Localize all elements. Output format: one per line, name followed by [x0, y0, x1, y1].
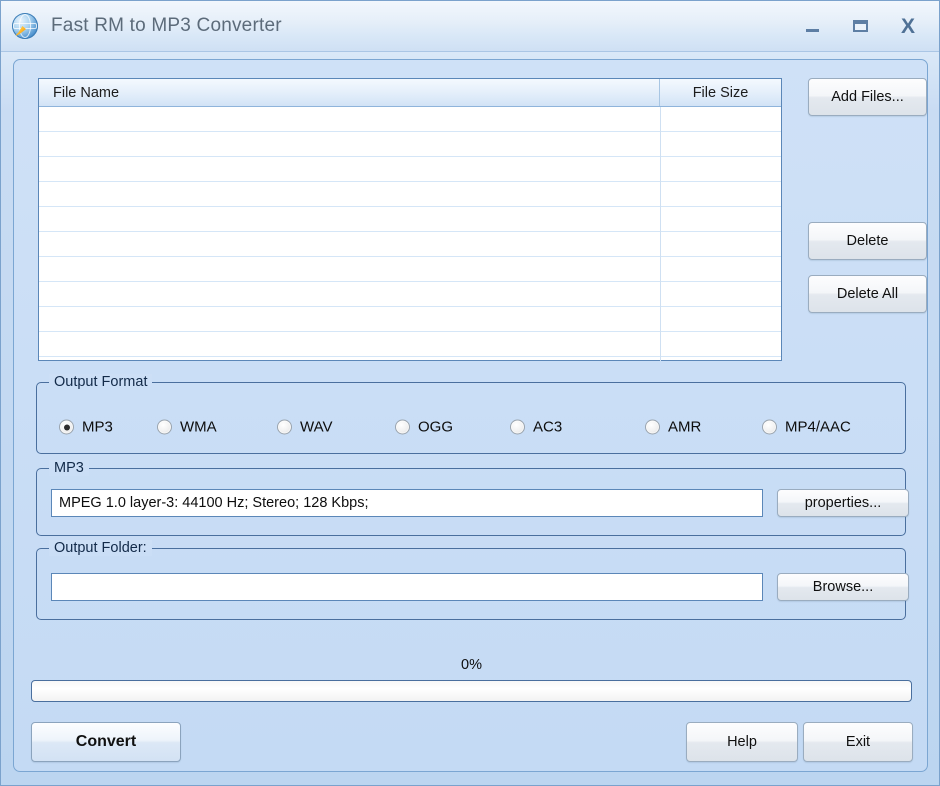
- radio-mark-icon: [395, 420, 410, 435]
- table-row[interactable]: [39, 132, 781, 157]
- radio-mark-icon: [645, 420, 660, 435]
- table-row[interactable]: [39, 207, 781, 232]
- browse-button[interactable]: Browse...: [777, 573, 909, 601]
- column-divider: [660, 107, 661, 361]
- radio-label: AMR: [668, 419, 701, 436]
- radio-mark-icon: [762, 420, 777, 435]
- codec-settings-group: MP3 MPEG 1.0 layer-3: 44100 Hz; Stereo; …: [36, 468, 906, 536]
- codec-settings-field[interactable]: MPEG 1.0 layer-3: 44100 Hz; Stereo; 128 …: [51, 489, 763, 517]
- app-globe-icon: [12, 13, 38, 39]
- codec-settings-group-title: MP3: [49, 460, 89, 476]
- radio-mark-icon: [277, 420, 292, 435]
- title-bar: Fast RM to MP3 Converter X: [1, 1, 940, 52]
- file-list-rows: [39, 107, 781, 357]
- radio-mark-icon: [510, 420, 525, 435]
- table-row[interactable]: [39, 232, 781, 257]
- radio-mp4-aac[interactable]: MP4/AAC: [762, 419, 851, 436]
- table-row[interactable]: [39, 332, 781, 357]
- exit-button[interactable]: Exit: [803, 722, 913, 762]
- radio-mp3[interactable]: MP3: [59, 419, 113, 436]
- convert-button[interactable]: Convert: [31, 722, 181, 762]
- file-list-body[interactable]: [39, 107, 781, 361]
- radio-mark-icon: [157, 420, 172, 435]
- radio-ogg[interactable]: OGG: [395, 419, 453, 436]
- window-title: Fast RM to MP3 Converter: [51, 15, 282, 37]
- radio-ac3[interactable]: AC3: [510, 419, 562, 436]
- help-button[interactable]: Help: [686, 722, 798, 762]
- minimize-button[interactable]: [801, 15, 823, 37]
- window-controls: X: [801, 15, 919, 37]
- close-icon[interactable]: X: [897, 15, 919, 37]
- radio-mark-icon: [59, 420, 74, 435]
- delete-all-button[interactable]: Delete All: [808, 275, 927, 313]
- delete-button[interactable]: Delete: [808, 222, 927, 260]
- table-row[interactable]: [39, 182, 781, 207]
- table-row[interactable]: [39, 307, 781, 332]
- progress-label: 0%: [14, 657, 929, 673]
- output-format-group: Output Format MP3WMAWAVOGGAC3AMRMP4/AAC: [36, 382, 906, 454]
- radio-wma[interactable]: WMA: [157, 419, 217, 436]
- output-folder-group: Output Folder: Browse...: [36, 548, 906, 620]
- table-row[interactable]: [39, 107, 781, 132]
- table-row[interactable]: [39, 257, 781, 282]
- maximize-button[interactable]: [849, 15, 871, 37]
- application-window: Fast RM to MP3 Converter X File Name Fil…: [0, 0, 940, 786]
- output-folder-input[interactable]: [51, 573, 763, 601]
- radio-label: WMA: [180, 419, 217, 436]
- column-header-file-size[interactable]: File Size: [660, 79, 781, 106]
- radio-label: OGG: [418, 419, 453, 436]
- radio-label: WAV: [300, 419, 333, 436]
- main-panel: File Name File Size Add Files... Delete …: [13, 59, 928, 772]
- table-row[interactable]: [39, 157, 781, 182]
- column-header-file-name[interactable]: File Name: [39, 79, 660, 106]
- properties-button[interactable]: properties...: [777, 489, 909, 517]
- output-format-radio-row: MP3 WMA WAV OGG AC3 AMR MP4/AAC: [37, 383, 907, 455]
- add-files-button[interactable]: Add Files...: [808, 78, 927, 116]
- radio-label: MP4/AAC: [785, 419, 851, 436]
- file-list-header: File Name File Size: [39, 79, 781, 107]
- output-folder-group-title: Output Folder:: [49, 540, 152, 556]
- radio-label: MP3: [82, 419, 113, 436]
- table-row[interactable]: [39, 282, 781, 307]
- radio-wav[interactable]: WAV: [277, 419, 333, 436]
- radio-amr[interactable]: AMR: [645, 419, 701, 436]
- radio-label: AC3: [533, 419, 562, 436]
- file-list[interactable]: File Name File Size: [38, 78, 782, 361]
- progress-bar: [31, 680, 912, 702]
